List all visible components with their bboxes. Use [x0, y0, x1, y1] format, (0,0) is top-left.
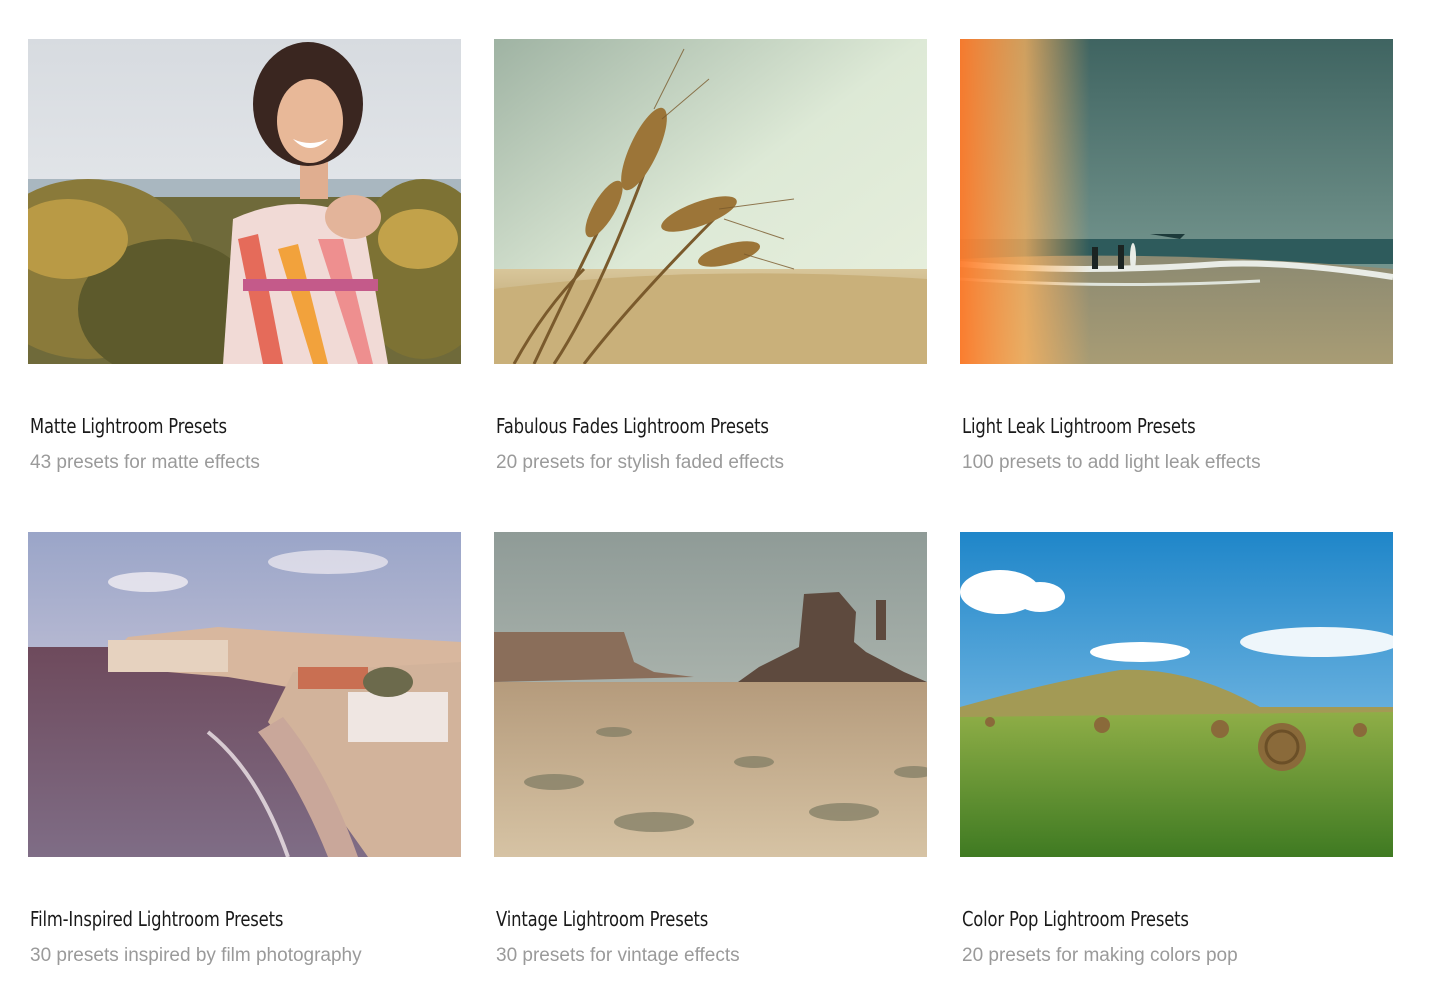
preset-title[interactable]: Film-Inspired Lightroom Presets: [30, 907, 283, 931]
preset-description: 100 presets to add light leak effects: [962, 452, 1261, 473]
desert-butte-photo[interactable]: [494, 532, 927, 857]
preset-description: 30 presets inspired by film photography: [30, 945, 362, 966]
preset-title[interactable]: Light Leak Lightroom Presets: [962, 414, 1196, 438]
preset-grid: Matte Lightroom Presets 43 presets for m…: [0, 0, 1429, 988]
preset-title[interactable]: Fabulous Fades Lightroom Presets: [496, 414, 769, 438]
preset-title[interactable]: Matte Lightroom Presets: [30, 414, 227, 438]
preset-title[interactable]: Color Pop Lightroom Presets: [962, 907, 1189, 931]
wheat-photo[interactable]: [494, 39, 927, 364]
coastal-town-photo[interactable]: [28, 532, 461, 857]
hay-field-photo[interactable]: [960, 532, 1393, 857]
preset-description: 30 presets for vintage effects: [496, 945, 740, 966]
preset-description: 43 presets for matte effects: [30, 452, 260, 473]
surf-beach-photo[interactable]: [960, 39, 1393, 364]
woman-in-flowers-photo[interactable]: [28, 39, 461, 364]
preset-description: 20 presets for stylish faded effects: [496, 452, 784, 473]
preset-description: 20 presets for making colors pop: [962, 945, 1238, 966]
preset-title[interactable]: Vintage Lightroom Presets: [496, 907, 708, 931]
